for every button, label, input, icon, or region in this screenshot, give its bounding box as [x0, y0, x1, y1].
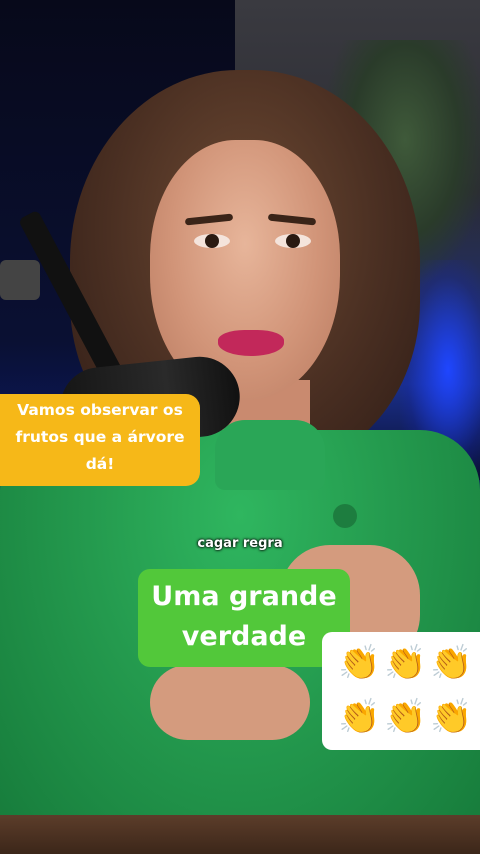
clapping-hands-icon: 👏 [384, 697, 427, 737]
caption-line: Uma grande [151, 581, 337, 612]
table-edge [0, 815, 480, 854]
shirt-button [333, 504, 357, 528]
caption-line: dá! [85, 455, 115, 473]
clap-sticker: 👏 👏 👏 👏 👏 👏 [322, 632, 480, 750]
microphone-clip [0, 260, 40, 300]
caption-line: Vamos observar os [17, 401, 183, 419]
clapping-hands-icon: 👏 [384, 643, 427, 683]
caption-banner-green: Uma grande verdade [138, 569, 350, 667]
caption-line: frutos que a árvore [15, 428, 185, 446]
caption-small-label: cagar regra [197, 536, 283, 551]
shirt-collar [215, 420, 325, 490]
left-eye [194, 234, 230, 248]
clapping-hands-icon: 👏 [430, 697, 473, 737]
caption-line: verdade [181, 621, 307, 652]
clapping-hands-icon: 👏 [430, 643, 473, 683]
caption-banner-yellow: Vamos observar os frutos que a árvore dá… [0, 394, 200, 486]
clapping-hands-icon: 👏 [338, 643, 381, 683]
right-eye [275, 234, 311, 248]
speaker-mouth [218, 330, 284, 356]
clapping-hands-icon: 👏 [338, 697, 381, 737]
speaker-hand-left [150, 665, 310, 740]
